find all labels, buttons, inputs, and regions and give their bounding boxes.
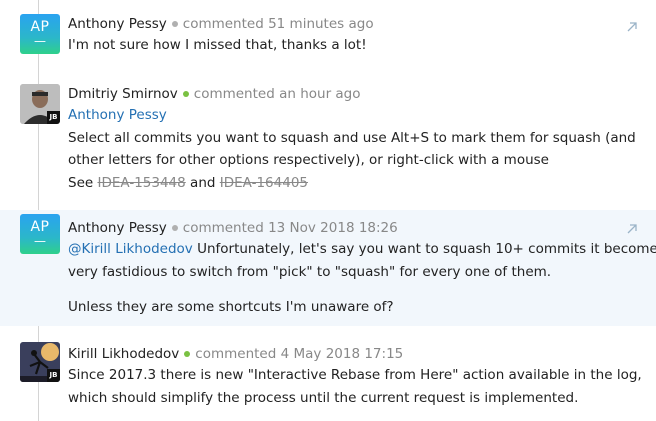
jb-badge: JB: [47, 369, 60, 382]
author-name[interactable]: Anthony Pessy: [68, 220, 167, 236]
comment-item: AP — Anthony Pessy commented 51 minutes a…: [0, 0, 656, 68]
comment-verb: commented: [182, 220, 264, 236]
comment-text: other letters for other options respecti…: [68, 152, 549, 168]
comment-header: Anthony Pessy commented 13 Nov 2018 18:26: [68, 218, 636, 238]
issue-link[interactable]: IDEA-153448: [97, 175, 185, 191]
comment-time[interactable]: an hour ago: [279, 86, 360, 102]
comment-time[interactable]: 4 May 2018 17:15: [281, 346, 404, 362]
author-name[interactable]: Anthony Pessy: [68, 16, 167, 32]
comment-item: AP — Anthony Pessy commented 13 Nov 2018 …: [0, 210, 656, 326]
comment-body: Anthony Pessy commented 13 Nov 2018 18:26…: [68, 218, 656, 319]
see-line: See IDEA-153448 and IDEA-164405: [68, 172, 636, 195]
comment-header: Kirill Likhodedov commented 4 May 2018 17…: [68, 344, 636, 364]
avatar-initials: AP: [30, 219, 50, 235]
comment-text: Unless they are some shortcuts I'm unawa…: [68, 299, 394, 315]
comment-text: Unfortunately, let's say you want to squ…: [192, 241, 656, 257]
author-name[interactable]: Kirill Likhodedov: [68, 346, 179, 362]
comment-body: Anthony Pessy commented 51 minutes ago I'…: [68, 14, 636, 57]
comment-body: Dmitriy Smirnov commented an hour ago Ant…: [68, 84, 636, 194]
online-status-icon: [182, 90, 189, 97]
comment-verb: commented: [195, 346, 277, 362]
permalink-icon[interactable]: [626, 18, 638, 32]
comment-verb: commented: [182, 16, 264, 32]
and-label: and: [190, 174, 216, 191]
comment-text: Since 2017.3 there is new "Interactive R…: [68, 367, 642, 383]
avatar[interactable]: AP —: [20, 214, 60, 254]
reply-line: Anthony Pessy: [68, 104, 636, 127]
comment-text: which should simplify the process until …: [68, 389, 579, 406]
online-status-icon: [184, 350, 191, 357]
comment-thread: AP — Anthony Pessy commented 51 minutes a…: [0, 0, 656, 421]
comment-header: Anthony Pessy commented 51 minutes ago: [68, 14, 636, 34]
avatar-initials: AP: [30, 19, 50, 35]
avatar[interactable]: AP —: [20, 14, 60, 54]
see-label: See: [68, 174, 94, 191]
author-name[interactable]: Dmitriy Smirnov: [68, 86, 178, 102]
comment-header: Dmitriy Smirnov commented an hour ago: [68, 84, 636, 104]
comment-text: Select all commits you want to squash an…: [68, 129, 636, 146]
avatar[interactable]: JB: [20, 84, 60, 124]
comment-item: JB Dmitriy Smirnov commented an hour ago …: [0, 68, 656, 206]
comment-text: very fastidious to switch from "pick" to…: [68, 263, 552, 280]
comment-text: I'm not sure how I missed that, thanks a…: [68, 37, 367, 53]
comment-body: Kirill Likhodedov commented 4 May 2018 17…: [68, 344, 642, 409]
offline-status-icon: [171, 224, 178, 231]
comment-time[interactable]: 51 minutes ago: [268, 16, 374, 32]
permalink-icon[interactable]: [626, 220, 638, 234]
avatar[interactable]: JB: [20, 342, 60, 382]
issue-link[interactable]: IDEA-164405: [220, 175, 308, 191]
comment-verb: commented: [193, 86, 275, 102]
avatar-dash: —: [34, 234, 46, 248]
jb-badge: JB: [47, 111, 60, 124]
comment-text-line: @Kirill Likhodedov Unfortunately, let's …: [68, 238, 656, 261]
offline-status-icon: [171, 20, 178, 27]
comment-time[interactable]: 13 Nov 2018 18:26: [268, 220, 398, 236]
reply-to-link[interactable]: Anthony Pessy: [68, 107, 167, 123]
avatar-dash: —: [34, 34, 46, 48]
comment-item: JB Kirill Likhodedov commented 4 May 2018…: [0, 330, 656, 421]
mention-link[interactable]: @Kirill Likhodedov: [68, 241, 193, 257]
